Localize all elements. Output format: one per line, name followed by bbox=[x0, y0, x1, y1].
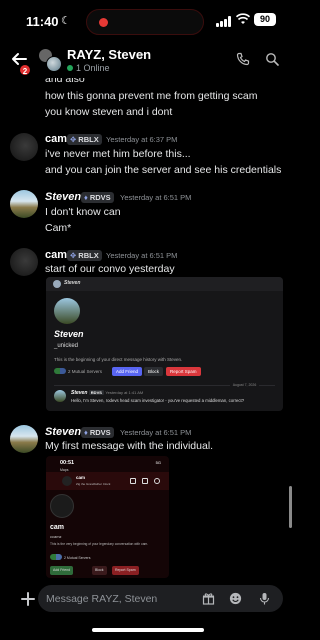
online-count: 1 Online bbox=[76, 63, 110, 73]
server-tag[interactable]: ✥ RBLX bbox=[67, 250, 102, 261]
image-attachment[interactable]: Steven Steven _unicked This is the begin… bbox=[46, 277, 283, 411]
status-bar: 11:40 ☾ 90 bbox=[0, 0, 295, 42]
group-avatar[interactable] bbox=[38, 48, 62, 72]
search-icon[interactable] bbox=[265, 52, 279, 66]
server-tag-label: RBLX bbox=[78, 251, 99, 260]
embedded-clock: 00:51 bbox=[60, 460, 75, 466]
channel-title[interactable]: RAYZ, Steven bbox=[67, 47, 151, 62]
message-text: Hello, I'm Steven, rodevs head scam inve… bbox=[71, 398, 245, 403]
timestamp: Yesterday at 6:37 PM bbox=[106, 135, 178, 144]
call-icon bbox=[130, 478, 136, 484]
server-tag[interactable]: ♦ RDVS bbox=[81, 192, 114, 203]
report-spam-button: Report Spam bbox=[112, 566, 139, 575]
video-icon bbox=[142, 478, 148, 484]
message-text: start of our convo yesterday bbox=[45, 263, 175, 275]
image-attachment[interactable]: 00:51 5G Maps cam Zig the Grandfather Cl… bbox=[46, 456, 169, 578]
date-label: August 7, 2026 bbox=[229, 383, 260, 387]
wifi-icon bbox=[236, 13, 250, 24]
embedded-status: 5G bbox=[155, 460, 161, 465]
message-text: Cam* bbox=[45, 222, 72, 234]
timestamp: Yesterday at 6:51 PM bbox=[120, 193, 192, 202]
channel-header: 2 RAYZ, Steven › 1 Online bbox=[0, 42, 295, 78]
author-name[interactable]: Steven bbox=[45, 426, 81, 438]
message-text: i've never met him before this... bbox=[45, 148, 191, 160]
author-name[interactable]: cam bbox=[45, 133, 67, 145]
message-text: I don't know can bbox=[45, 206, 121, 218]
server-tag-label: RBLX bbox=[78, 135, 99, 144]
avatar[interactable] bbox=[10, 248, 38, 276]
avatar[interactable] bbox=[10, 133, 38, 161]
online-dot-icon bbox=[67, 65, 73, 71]
home-indicator[interactable] bbox=[92, 628, 204, 632]
profile-name: Steven bbox=[54, 329, 84, 339]
embedded-status-text: Zig the Grandfather Clock bbox=[76, 482, 111, 486]
battery-indicator: 90 bbox=[254, 13, 276, 26]
scrollbar[interactable] bbox=[289, 486, 292, 528]
microphone-icon[interactable] bbox=[258, 592, 271, 605]
author-name: Steven RDVS Yesterday at 1:41 AM bbox=[71, 390, 144, 396]
message-input[interactable] bbox=[46, 589, 186, 608]
unread-badge: 2 bbox=[18, 63, 32, 77]
server-tag-label: RDVS bbox=[89, 193, 111, 202]
avatar[interactable] bbox=[10, 425, 38, 453]
dm-intro-text: This is the very beginning of your legen… bbox=[50, 542, 149, 546]
message-input-container[interactable] bbox=[38, 585, 283, 612]
search-icon bbox=[154, 478, 160, 484]
timestamp: Yesterday at 6:51 PM bbox=[120, 428, 192, 437]
add-friend-button: Add Friend bbox=[112, 367, 143, 376]
chevron-right-icon[interactable]: › bbox=[140, 47, 144, 61]
message-text: and you can join the server and see his … bbox=[45, 164, 282, 176]
plus-icon[interactable] bbox=[18, 589, 38, 609]
avatar bbox=[54, 390, 66, 402]
server-tag-icon: ♦ bbox=[84, 428, 88, 437]
server-tag[interactable]: ♦ RDVS bbox=[81, 427, 114, 438]
mutual-servers-label: 2 Mutual Servers bbox=[68, 369, 103, 374]
server-tag-icon: ♦ bbox=[84, 193, 88, 202]
author-name[interactable]: Steven bbox=[45, 191, 81, 203]
embedded-title: Steven bbox=[64, 280, 81, 286]
avatar bbox=[53, 280, 61, 288]
profile-username: ccamz bbox=[50, 534, 62, 539]
avatar bbox=[62, 476, 72, 486]
timestamp: Yesterday at 6:51 PM bbox=[106, 251, 178, 260]
dynamic-island bbox=[86, 9, 204, 35]
server-icons bbox=[50, 554, 62, 560]
avatar[interactable] bbox=[10, 190, 38, 218]
profile-avatar bbox=[54, 298, 80, 324]
mutual-servers-label: 2 Mutual Servers bbox=[64, 556, 91, 560]
profile-name: cam bbox=[50, 524, 65, 531]
server-tag-label: RDVS bbox=[89, 428, 111, 437]
message-text: how this gonna prevent me from getting s… bbox=[45, 90, 258, 102]
profile-avatar bbox=[50, 494, 74, 518]
recording-icon bbox=[99, 18, 108, 27]
embedded-header: Steven bbox=[46, 277, 283, 291]
server-tag[interactable]: ✥ RBLX bbox=[67, 134, 102, 145]
controller-icon: ✥ bbox=[70, 251, 77, 260]
mutual-servers: 2 Mutual Servers bbox=[50, 554, 90, 560]
profile-username: _unicked bbox=[54, 343, 79, 349]
dm-intro-text: This is the beginning of your direct mes… bbox=[54, 357, 183, 362]
message-text: you know steven and i dont bbox=[45, 106, 173, 118]
report-spam-button: Report Spam bbox=[166, 367, 201, 376]
date-divider: August 7, 2026 bbox=[46, 383, 283, 387]
online-status: 1 Online bbox=[67, 63, 110, 73]
block-button: Block bbox=[144, 367, 164, 376]
signal-icon bbox=[216, 16, 232, 27]
gift-icon[interactable] bbox=[202, 592, 215, 605]
add-friend-button: Add Friend bbox=[50, 566, 74, 575]
mutual-servers: 2 Mutual Servers bbox=[54, 368, 102, 374]
server-icons bbox=[54, 368, 66, 374]
author-name[interactable]: cam bbox=[45, 249, 67, 261]
controller-icon: ✥ bbox=[70, 135, 77, 144]
emoji-icon[interactable] bbox=[229, 592, 242, 605]
embedded-title: cam bbox=[76, 475, 86, 480]
message-text: My first message with the individual. bbox=[45, 440, 214, 452]
call-icon[interactable] bbox=[236, 52, 250, 66]
moon-icon: ☾ bbox=[61, 15, 71, 27]
clock: 11:40 bbox=[26, 14, 59, 29]
block-button: Block bbox=[92, 566, 107, 575]
